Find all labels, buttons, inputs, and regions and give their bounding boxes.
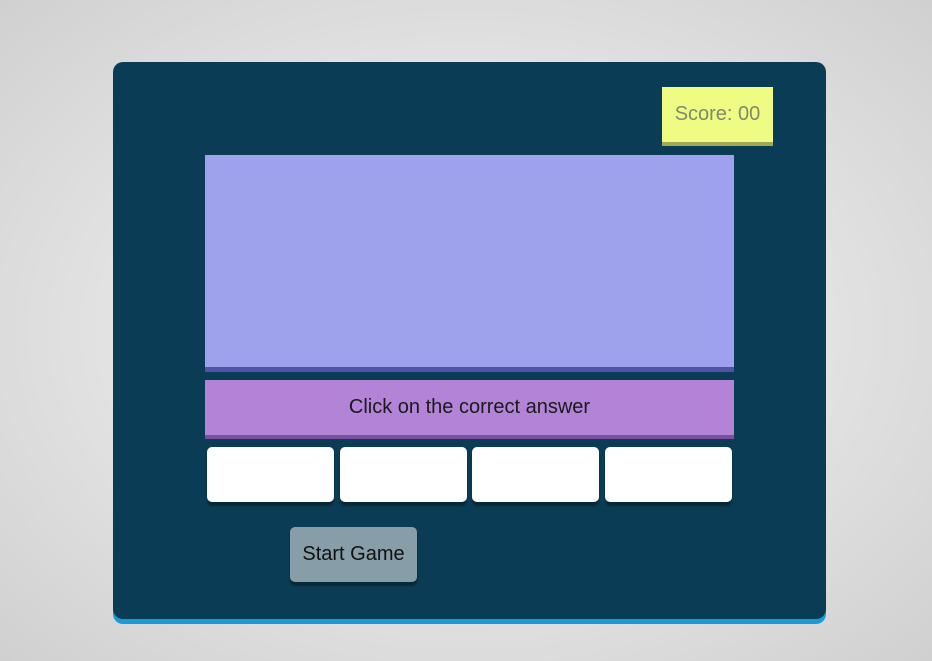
answer-choice-3[interactable]: [472, 447, 600, 502]
score-display: Score: 00: [662, 87, 773, 142]
score-label: Score: 00: [674, 103, 761, 125]
question-box: [205, 155, 734, 367]
answer-choices: [207, 447, 732, 502]
game-container: Score: 00 Click on the correct answer St…: [113, 62, 826, 619]
start-game-button[interactable]: Start Game: [290, 527, 417, 582]
answer-choice-4[interactable]: [604, 447, 732, 502]
answer-choice-2[interactable]: [339, 447, 467, 502]
instruction-banner: Click on the correct answer: [205, 380, 734, 435]
instruction-text: Click on the correct answer: [348, 396, 591, 418]
answer-choice-1[interactable]: [207, 447, 334, 502]
